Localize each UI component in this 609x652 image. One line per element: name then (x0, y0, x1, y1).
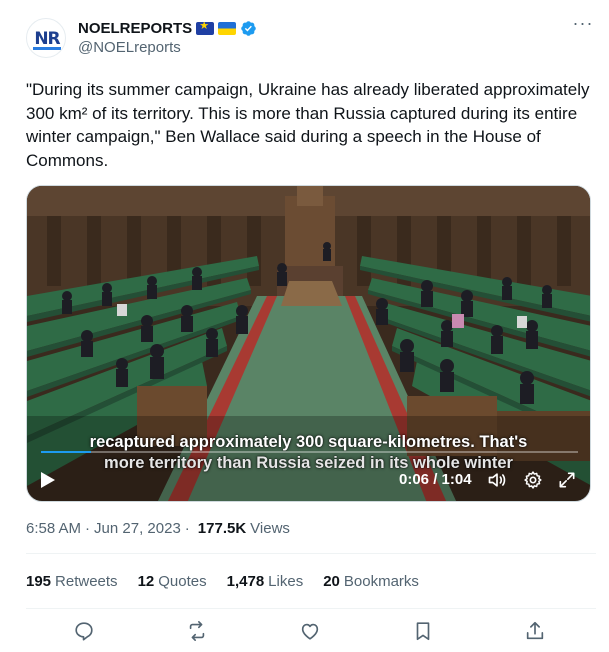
video-caption-line-1: recaptured approximately 300 square-kilo… (89, 433, 528, 451)
divider (26, 608, 596, 609)
like-icon[interactable] (299, 620, 321, 642)
author-name-row: NOELREPORTS (78, 18, 257, 38)
likes-count: 1,478 (226, 573, 265, 590)
author-avatar[interactable]: NR (26, 18, 66, 58)
avatar-logo-bar (33, 47, 61, 50)
settings-gear-icon[interactable] (523, 470, 543, 490)
share-icon[interactable] (524, 620, 546, 642)
video-time-display: 0:06 / 1:04 (399, 471, 472, 488)
retweets-label: Retweets (55, 573, 118, 590)
fullscreen-icon[interactable] (557, 470, 577, 490)
meta-separator: · (184, 520, 190, 537)
reply-icon[interactable] (73, 620, 95, 642)
ukraine-flag-icon (218, 21, 237, 35)
play-icon[interactable] (39, 470, 57, 490)
quotes-stat[interactable]: 12 Quotes (138, 573, 207, 590)
action-bar (26, 620, 596, 644)
views-count: 177.5K (197, 520, 247, 537)
bookmark-icon[interactable] (412, 620, 434, 642)
author-handle[interactable]: @NOELreports (78, 39, 181, 56)
avatar-logo-text: NR (34, 29, 60, 49)
bookmarks-stat[interactable]: 20 Bookmarks (323, 573, 419, 590)
quotes-label: Quotes (158, 573, 207, 590)
tweet-card: NR NOELREPORTS @NOELreports ··· "During … (0, 0, 609, 652)
quotes-count: 12 (137, 573, 155, 590)
meta-separator: · (85, 520, 91, 537)
verified-badge-icon[interactable] (240, 20, 257, 37)
likes-label: Likes (268, 573, 304, 590)
divider (26, 553, 596, 554)
eu-flag-icon (196, 21, 215, 35)
bookmarks-count: 20 (323, 573, 340, 590)
retweets-stat[interactable]: 195 Retweets (26, 573, 118, 590)
retweet-icon[interactable] (186, 620, 208, 642)
tweet-time[interactable]: 6:58 AM (26, 520, 81, 537)
tweet-text: "During its summer campaign, Ukraine has… (26, 80, 595, 170)
tweet-meta: 6:58 AM · Jun 27, 2023 · 177.5K Views (26, 520, 290, 537)
video-progress-bar[interactable] (41, 451, 578, 453)
retweets-count: 195 (26, 573, 52, 590)
volume-icon[interactable] (487, 470, 507, 490)
views-label: Views (250, 520, 290, 537)
bookmarks-label: Bookmarks (343, 573, 419, 590)
engagement-stats: 195 Retweets 12 Quotes 1,478 Likes 20 Bookma… (26, 573, 439, 590)
likes-stat[interactable]: 1,478 Likes (227, 573, 304, 590)
author-display-name[interactable]: NOELREPORTS (78, 20, 192, 37)
video-progress-fill (41, 451, 92, 453)
tweet-date[interactable]: Jun 27, 2023 (94, 520, 181, 537)
more-options-icon[interactable]: ··· (572, 14, 594, 36)
video-player[interactable]: recaptured approximately 300 square-kilo… (26, 185, 591, 502)
